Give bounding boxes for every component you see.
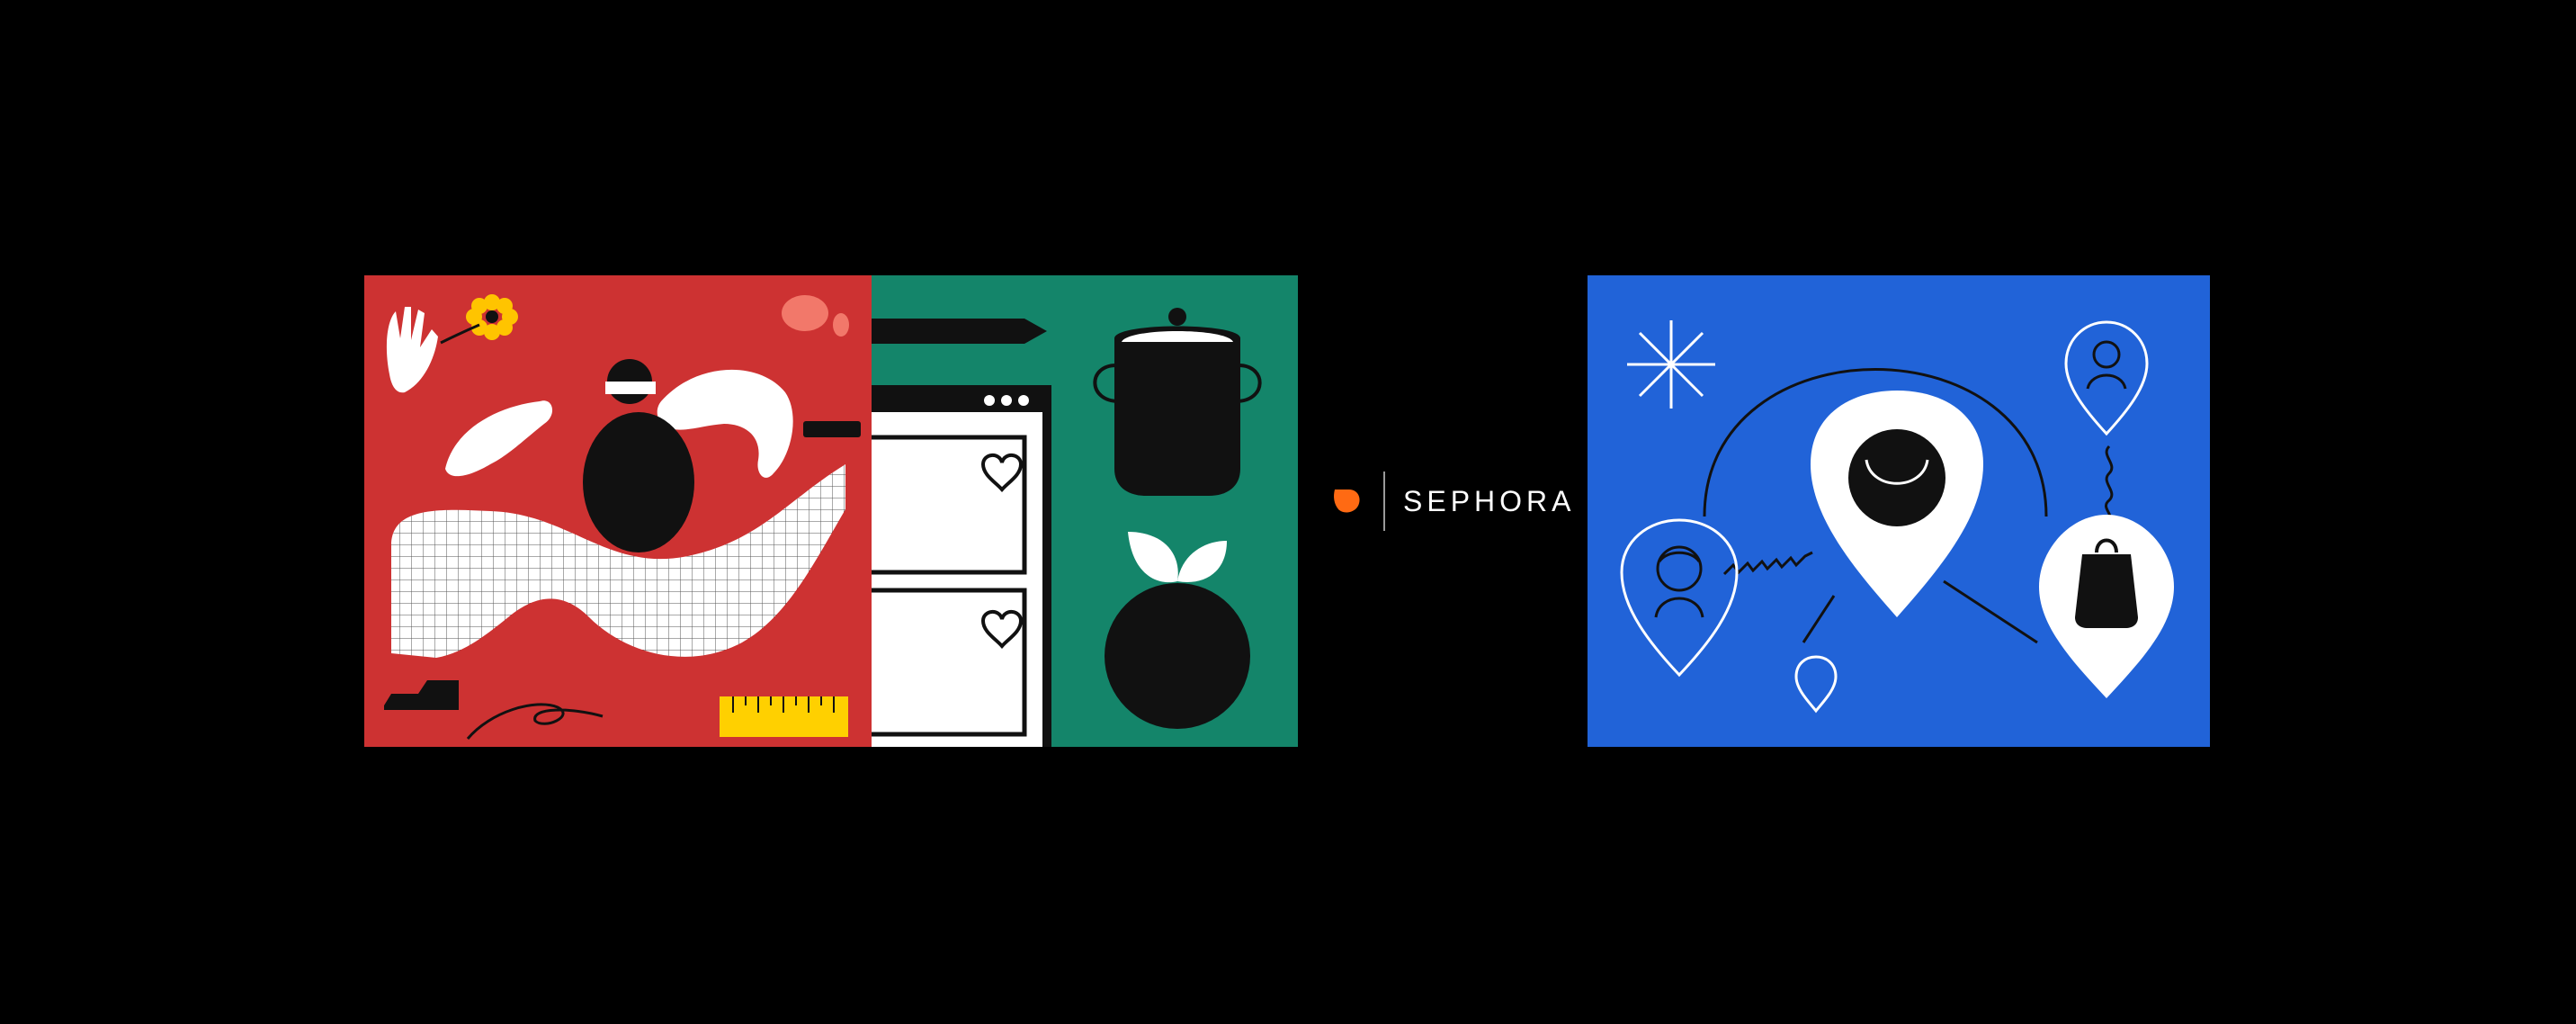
wishlist-svg <box>872 308 1262 747</box>
shoe-shape <box>384 680 459 710</box>
pencil-shape <box>872 319 1047 344</box>
wavy-line <box>2105 445 2114 521</box>
salmon-blob-shape <box>782 295 828 331</box>
location-network-svg <box>1620 320 2174 714</box>
connection-line <box>1802 595 1836 643</box>
product-card <box>872 588 1027 737</box>
customer-location-pin-icon <box>1620 518 1739 678</box>
body-shape <box>583 412 694 552</box>
user-location-pin-icon <box>2064 320 2149 436</box>
brand-wordmark: SEPHORA <box>1403 484 1576 517</box>
small-location-pin-icon <box>1794 655 1838 714</box>
orange-leaf-mark-icon <box>1334 490 1360 513</box>
brand-lockup: SEPHORA <box>1331 470 1575 533</box>
connection-line <box>1943 579 2038 644</box>
window-dot-icon <box>1001 395 1012 406</box>
logo-divider <box>1383 472 1385 531</box>
promo-banner: SEPHORA <box>0 0 2576 1024</box>
salmon-blob-small-shape <box>833 313 849 337</box>
location-pins-network-illustration <box>1588 275 2210 747</box>
wishlist-and-pot-illustration <box>872 275 1298 747</box>
headband-shape <box>605 382 656 394</box>
sparkle-icon <box>1627 320 1715 409</box>
plant-icon <box>1105 532 1250 729</box>
ruler-icon <box>720 696 848 737</box>
store-location-pin-icon <box>1811 391 1983 617</box>
window-dot-icon <box>984 395 995 406</box>
squiggle-line-shape <box>466 703 604 740</box>
shopping-bag-pin-icon <box>2039 515 2174 698</box>
black-bar-shape <box>803 421 861 437</box>
left-arm-shape <box>445 400 553 477</box>
flower-icon <box>440 294 518 345</box>
dancing-figure-svg <box>384 294 861 740</box>
hand-shape <box>386 307 438 393</box>
cooking-pot-icon <box>1093 308 1262 496</box>
window-dot-icon <box>1018 395 1029 406</box>
dancing-figure-illustration <box>364 275 872 747</box>
browser-window-shape <box>872 385 1051 747</box>
